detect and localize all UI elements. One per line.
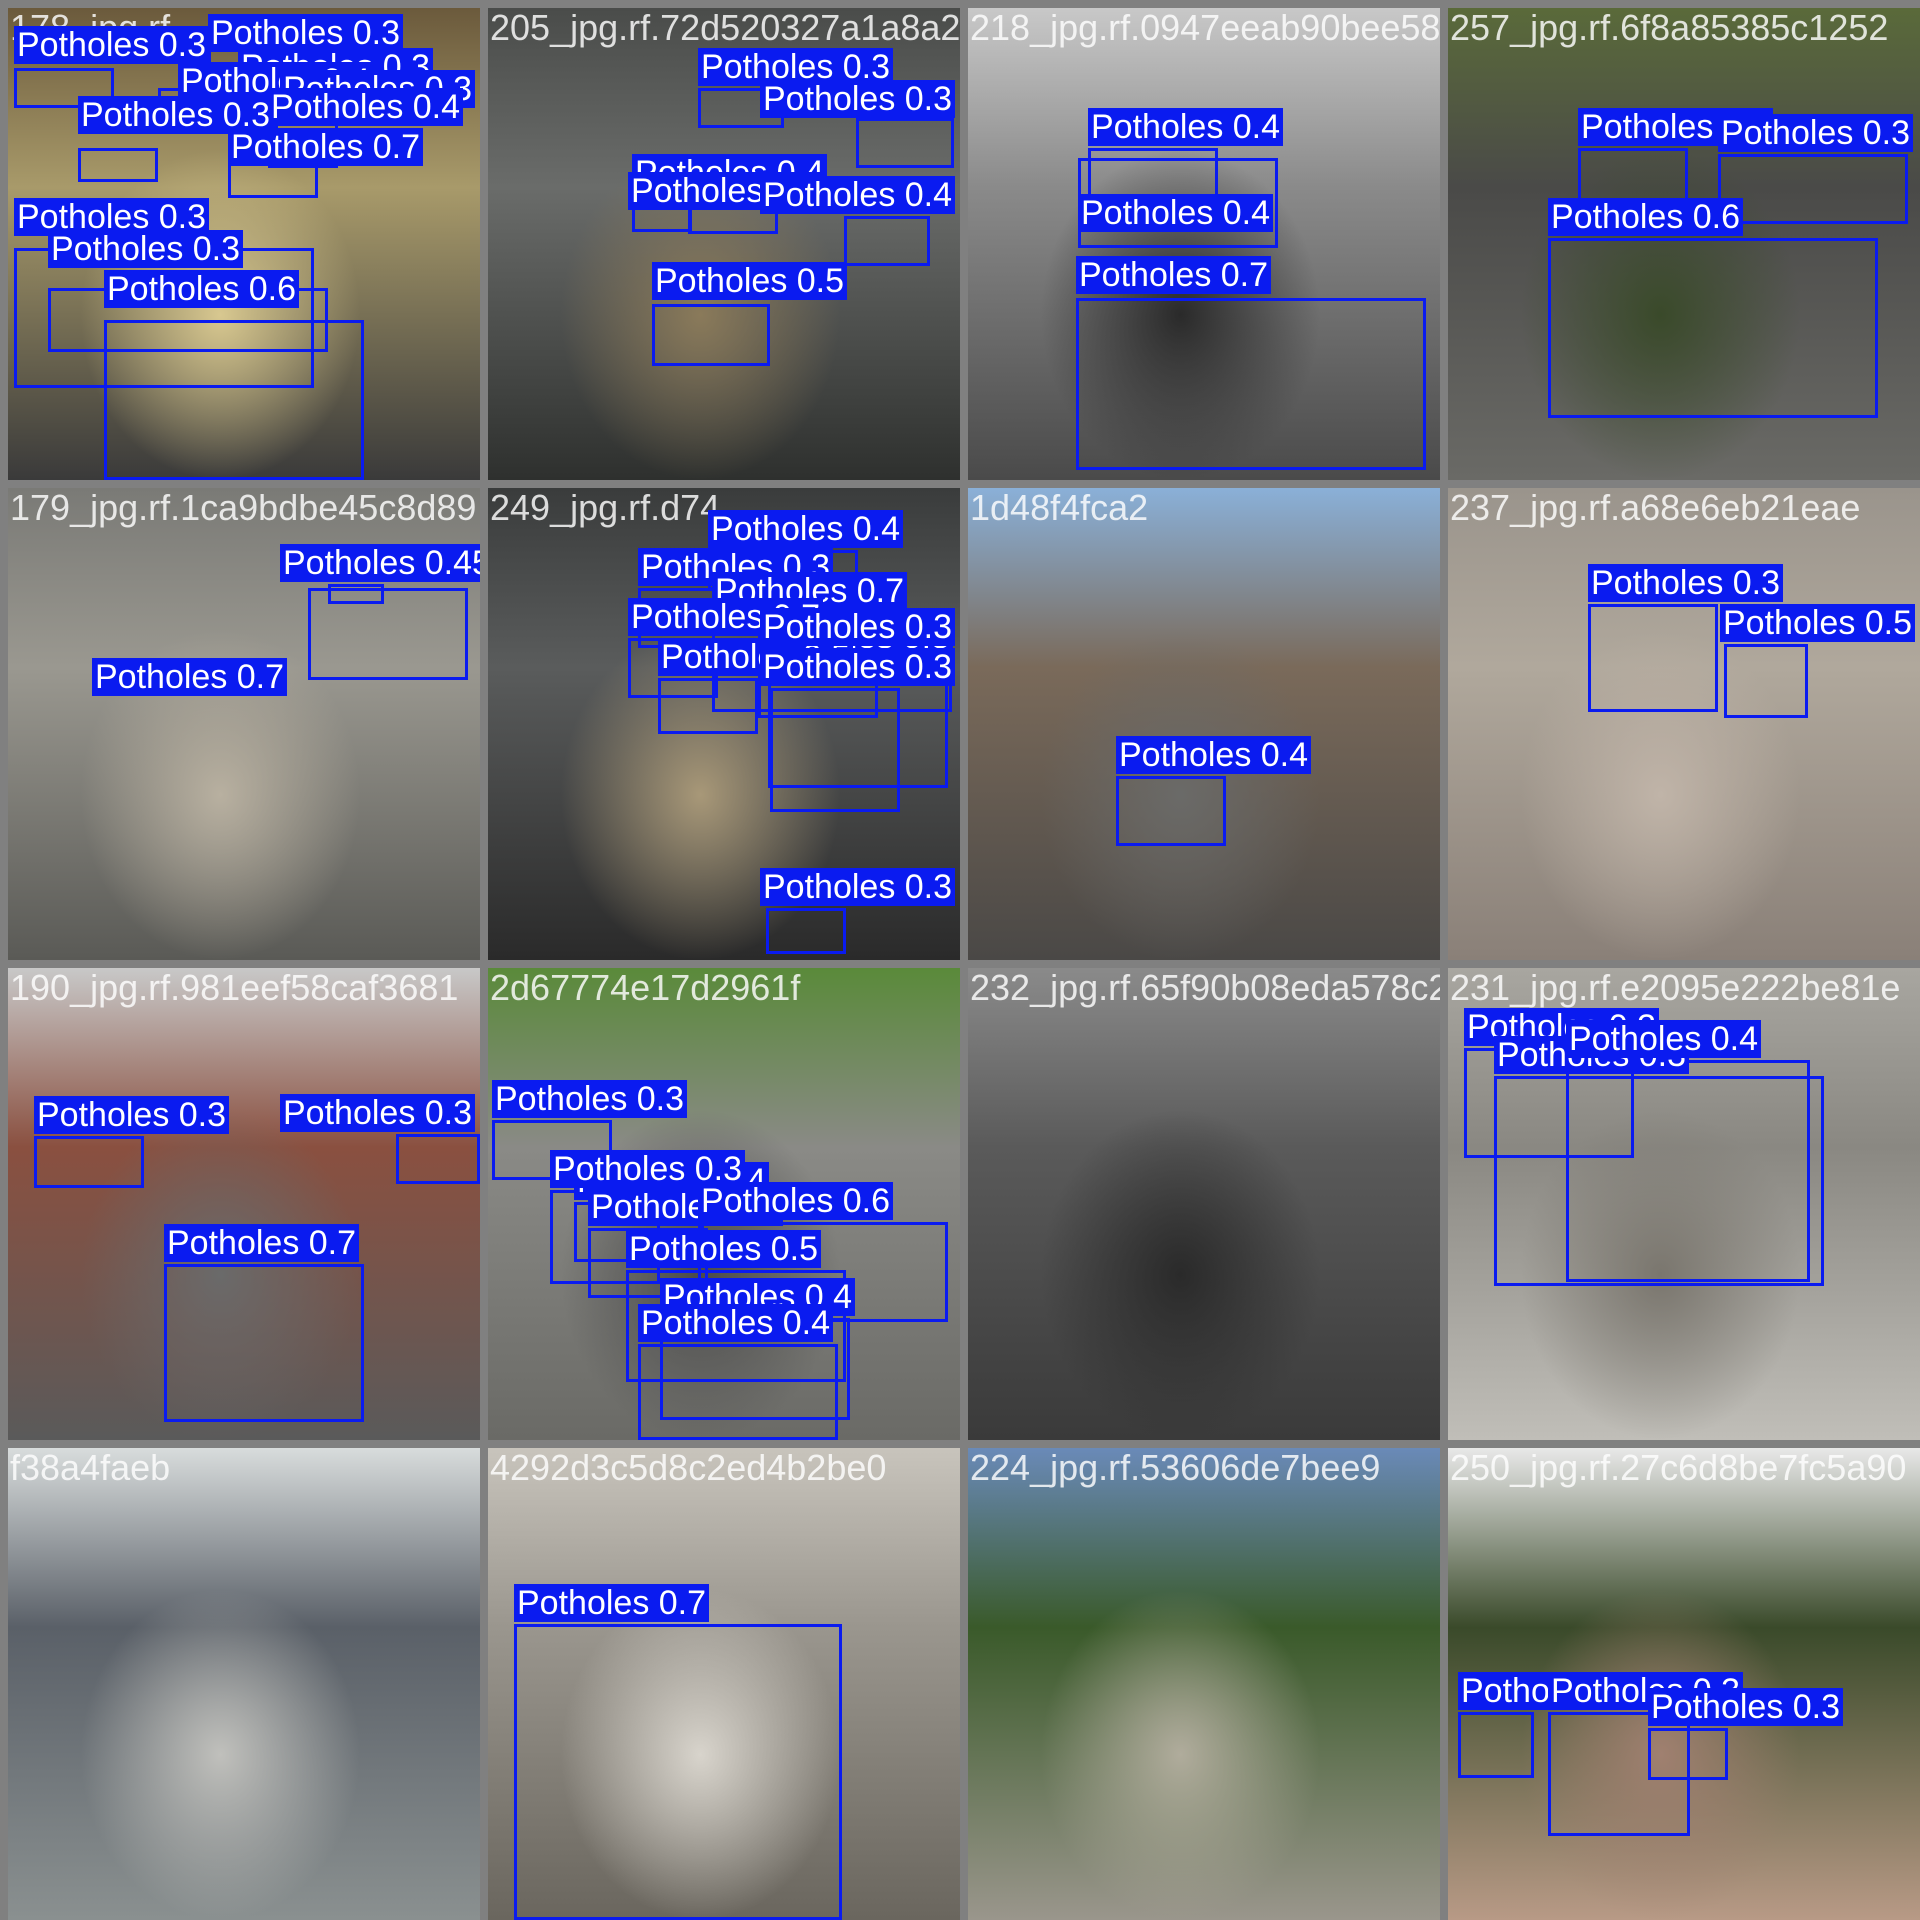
image-tile: 190_jpg.rf.981eef58caf3681 Potholes 0.3 Po… [8,968,480,1440]
detection-box [1076,298,1426,470]
detection-label: Potholes 0.5 [652,262,848,300]
detection-label: Potholes 0.3 [1588,564,1784,602]
detection-box [1548,238,1878,418]
detection-label: Potholes 0.4 [1566,1020,1762,1058]
detection-label: Potholes 0.4 [1088,108,1284,146]
image-tile: 1d48f4fca2 Potholes 0.4 [968,488,1440,960]
detection-label: Potholes 0.3 [760,868,956,906]
detection-box [1458,1712,1534,1778]
tile-filename: 250_jpg.rf.27c6d8be7fc5a90 [1450,1448,1907,1488]
detection-box [652,304,770,366]
detection-label: Potholes 0.7 [1076,256,1272,294]
detection-label: Potholes 0.7 [228,128,424,166]
detection-box [1116,776,1226,846]
image-tile: 4292d3c5d8c2ed4b2be0 Potholes 0.7 [488,1448,960,1920]
tile-filename: 232_jpg.rf.65f90b08eda578c2 [970,968,1440,1008]
detection-box [856,118,954,168]
detection-label: Potholes 0.4 [268,88,464,126]
detection-label: Potholes 0.4 [708,510,904,548]
detection-label: Potholes 0.3 [760,648,956,686]
image-tile: 237_jpg.rf.a68e6eb21eae Potholes 0.3 Potho… [1448,488,1920,960]
detection-label: Potholes 0.3 [760,608,956,646]
detection-box [104,320,364,480]
tile-filename: 231_jpg.rf.e2095e222be81e [1450,968,1901,1008]
tile-filename: 1d48f4fca2 [970,488,1149,528]
detection-box [78,148,158,182]
tile-filename: 237_jpg.rf.a68e6eb21eae [1450,488,1861,528]
image-tile: 232_jpg.rf.65f90b08eda578c2 [968,968,1440,1440]
detection-label: Potholes 0.3 [280,1094,476,1132]
detection-box [164,1264,364,1422]
detection-label: Potholes 0.6 [104,270,300,308]
detection-box [658,678,758,734]
tile-filename: 190_jpg.rf.981eef58caf3681 [10,968,459,1008]
image-tile: 249_jpg.rf.d74 Potholes 0.4 Potholes 0.3 Po… [488,488,960,960]
detection-label: Potholes 0.7 [514,1584,710,1622]
detection-label: Potholes 0.3 [492,1080,688,1118]
detection-label: Potholes 0.4 [638,1304,834,1342]
image-tile: 231_jpg.rf.e2095e222be81e Potholes 0.3 Pot… [1448,968,1920,1440]
detection-box [1724,644,1808,718]
detection-label: Potholes 0.3 [1648,1688,1844,1726]
detection-label: Potholes 0.5 [1720,604,1916,642]
image-tile: 224_jpg.rf.53606de7bee9 [968,1448,1440,1920]
detection-box [1566,1060,1810,1282]
detection-label: Potholes 0.3 [208,14,404,52]
detection-box [844,216,930,266]
detection-box [1718,154,1908,224]
detection-box [1648,1728,1728,1780]
tile-filename: 4292d3c5d8c2ed4b2be0 [490,1448,887,1488]
detection-label: Potholes 0.7 [92,658,288,696]
detection-label: Potholes 0.3 [14,26,210,64]
tile-filename: 2d67774e17d2961f [490,968,801,1008]
detection-mosaic: 178_jpg.rf.Potholes 0.3Potholes 0.3Potho… [0,0,1920,1920]
detection-label: Potholes 0.4 [1078,194,1274,232]
image-tile: 218_jpg.rf.0947eeab90bee586435 Potholes 0… [968,8,1440,480]
image-tile: f38a4faeb [8,1448,480,1920]
tile-filename: 224_jpg.rf.53606de7bee9 [970,1448,1381,1488]
detection-box [770,688,900,812]
detection-label: Potholes 0.5 [626,1230,822,1268]
detection-box [1588,604,1718,712]
image-tile: 2d67774e17d2961f Potholes 0.3 Potholes 0.4… [488,968,960,1440]
detection-box [396,1134,480,1184]
detection-label: Potholes 0.3 [34,1096,230,1134]
tile-filename: 257_jpg.rf.6f8a85385c1252 [1450,8,1889,48]
tile-filename: 218_jpg.rf.0947eeab90bee586435 [970,8,1440,48]
detection-box [638,1344,838,1440]
detection-box [766,908,846,954]
image-tile: 250_jpg.rf.27c6d8be7fc5a90Potholes 0.3Po… [1448,1448,1920,1920]
tile-filename: 249_jpg.rf.d74 [490,488,721,528]
tile-filename: 179_jpg.rf.1ca9bdbe45c8d89 [10,488,477,528]
detection-label: Potholes 0.3 [48,230,244,268]
tile-filename: f38a4faeb [10,1448,171,1488]
detection-label: Potholes 0.6 [698,1182,894,1220]
detection-box [34,1136,144,1188]
detection-label: Potholes 0.4 [760,176,956,214]
image-tile: 178_jpg.rf.Potholes 0.3Potholes 0.3Potho… [8,8,480,480]
detection-label: Potholes 0.4 [1116,736,1312,774]
image-tile: 257_jpg.rf.6f8a85385c1252 Potholes 0.3 Pot… [1448,8,1920,480]
detection-label: Potholes 0.45 [280,544,480,582]
image-tile: 205_jpg.rf.72d520327a1a8a213 Potholes 0.3… [488,8,960,480]
detection-label: Potholes 0.6 [1548,198,1744,236]
detection-label: Potholes 0.3 [760,80,956,118]
tile-filename: 205_jpg.rf.72d520327a1a8a213 [490,8,960,48]
detection-box [308,588,468,680]
image-tile: 179_jpg.rf.1ca9bdbe45c8d89 Potholes 0.45 P… [8,488,480,960]
detection-label: Potholes 0.7 [164,1224,360,1262]
detection-box [514,1624,842,1920]
detection-label: Potholes 0.3 [1718,114,1914,152]
